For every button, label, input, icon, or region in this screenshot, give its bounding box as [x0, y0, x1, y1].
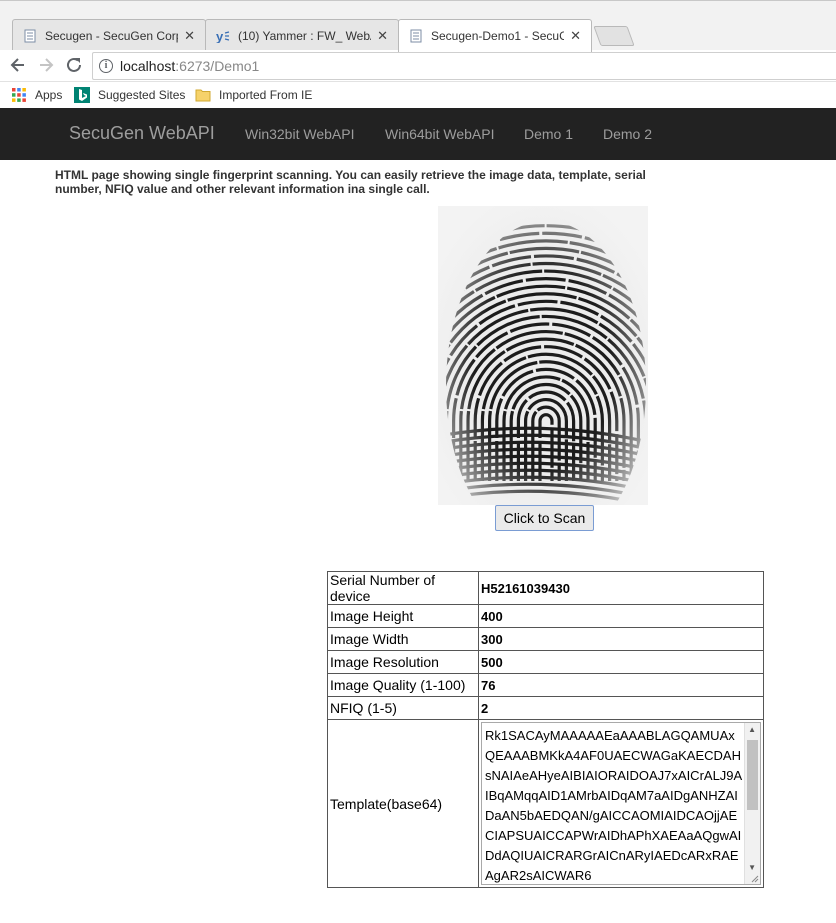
nav-link-win32[interactable]: Win32bit WebAPI — [245, 126, 354, 142]
image-resolution-value: 500 — [478, 650, 764, 674]
url-path: :6273/Demo1 — [175, 58, 260, 74]
folder-icon — [195, 89, 211, 102]
scrollbar-thumb[interactable] — [747, 740, 758, 810]
browser-toolbar: i localhost:6273/Demo1 — [0, 50, 836, 82]
scrollbar[interactable]: ▲ ▼ — [744, 723, 760, 884]
table-row: NFIQ (1-5) 2 — [327, 696, 764, 720]
browser-tab[interactable]: y (10) Yammer : FW_ WebA ✕ — [205, 19, 399, 51]
resize-handle-icon[interactable] — [749, 873, 759, 883]
new-tab-button[interactable] — [593, 26, 635, 46]
bookmark-label: Suggested Sites — [98, 88, 186, 102]
row-label: Image Quality (1-100) — [327, 673, 479, 697]
bookmark-imported-from-ie[interactable]: Imported From IE — [195, 87, 312, 103]
back-icon[interactable] — [7, 54, 29, 76]
template-cell: Rk1SACAyMAAAAAEaAAABLAGQAMUAxQEAAABMKkA4… — [478, 719, 764, 888]
nav-link-demo2[interactable]: Demo 2 — [603, 126, 652, 142]
template-textarea[interactable]: Rk1SACAyMAAAAAEaAAABLAGQAMUAxQEAAABMKkA4… — [481, 722, 761, 885]
row-label: NFIQ (1-5) — [327, 696, 479, 720]
fingerprint-image — [438, 206, 648, 505]
bookmark-label: Imported From IE — [219, 88, 313, 102]
intro-text: HTML page showing single fingerprint sca… — [55, 168, 646, 196]
site-navbar: SecuGen WebAPI Win32bit WebAPI Win64bit … — [0, 108, 836, 160]
page-icon — [410, 29, 422, 43]
bing-icon — [74, 87, 90, 103]
table-row: Image Width 300 — [327, 627, 764, 651]
table-row: Image Resolution 500 — [327, 650, 764, 674]
browser-tab-active[interactable]: Secugen-Demo1 - SecuG ✕ — [398, 19, 592, 52]
svg-text:y: y — [216, 29, 224, 43]
scroll-up-icon[interactable]: ▲ — [748, 725, 756, 734]
nav-link-win64[interactable]: Win64bit WebAPI — [385, 126, 494, 142]
tab-title: Secugen-Demo1 - SecuG — [431, 29, 565, 43]
row-label: Template(base64) — [327, 719, 479, 888]
yammer-icon: y — [216, 29, 230, 43]
table-row: Serial Number of device H52161039430 — [327, 571, 764, 605]
url-host: localhost — [120, 58, 176, 74]
browser-tab[interactable]: Secugen - SecuGen Corp ✕ — [12, 19, 206, 51]
template-value: Rk1SACAyMAAAAAEaAAABLAGQAMUAxQEAAABMKkA4… — [485, 728, 743, 883]
info-icon[interactable]: i — [99, 59, 113, 73]
reload-icon[interactable] — [63, 54, 85, 76]
row-label: Image Height — [327, 604, 479, 628]
bookmark-suggested-sites[interactable]: Suggested Sites — [74, 87, 185, 103]
close-icon[interactable]: ✕ — [377, 28, 388, 44]
image-height-value: 400 — [478, 604, 764, 628]
scroll-down-icon[interactable]: ▼ — [748, 863, 756, 872]
bookmark-apps[interactable]: Apps — [11, 87, 62, 103]
close-icon[interactable]: ✕ — [184, 28, 195, 44]
apps-grid-icon — [12, 88, 26, 102]
row-label: Image Resolution — [327, 650, 479, 674]
table-row: Template(base64) Rk1SACAyMAAAAAEaAAABLAG… — [327, 719, 764, 888]
nfiq-value: 2 — [478, 696, 764, 720]
page-icon — [24, 29, 36, 42]
browser-tab-strip: Secugen - SecuGen Corp ✕ y (10) Yammer :… — [0, 0, 836, 52]
fingerprint-info-table: Serial Number of device H52161039430 Ima… — [327, 571, 764, 888]
table-row: Image Quality (1-100) 76 — [327, 673, 764, 697]
brand-link[interactable]: SecuGen WebAPI — [69, 123, 215, 144]
serial-number-value: H52161039430 — [478, 571, 764, 605]
close-icon[interactable]: ✕ — [570, 28, 581, 44]
bookmarks-bar: Apps Suggested Sites Imported From IE — [0, 82, 836, 108]
tab-title: Secugen - SecuGen Corp — [45, 28, 179, 43]
bookmark-label: Apps — [35, 88, 63, 102]
url-text: localhost:6273/Demo1 — [120, 53, 259, 79]
image-width-value: 300 — [478, 627, 764, 651]
row-label: Image Width — [327, 627, 479, 651]
address-bar[interactable]: i localhost:6273/Demo1 — [92, 52, 836, 80]
tab-title: (10) Yammer : FW_ WebA — [238, 28, 372, 43]
image-quality-value: 76 — [478, 673, 764, 697]
click-to-scan-button[interactable]: Click to Scan — [495, 505, 594, 531]
row-label: Serial Number of device — [327, 571, 479, 605]
table-row: Image Height 400 — [327, 604, 764, 628]
nav-link-demo1[interactable]: Demo 1 — [524, 126, 573, 142]
forward-icon[interactable] — [35, 54, 57, 76]
